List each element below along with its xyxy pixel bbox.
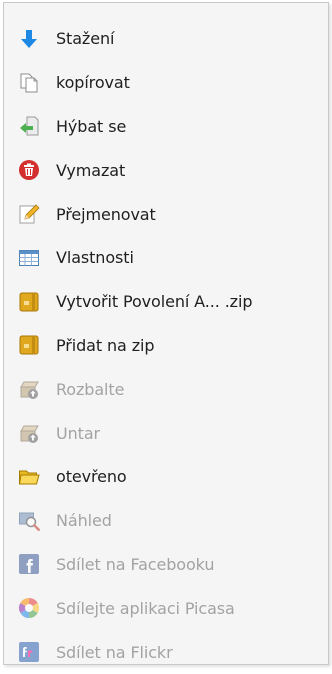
folder-open-icon bbox=[18, 466, 40, 488]
menu-item-label: kopírovat bbox=[56, 73, 130, 93]
menu-item-label: Rozbalte bbox=[56, 379, 125, 399]
context-menu: Stažení kopírovat Hýbat se Vymazat Přejm… bbox=[3, 2, 329, 665]
menu-item-share-flickr[interactable]: Sdílet na Flickr bbox=[4, 630, 328, 674]
menu-item-label: otevřeno bbox=[56, 467, 127, 487]
unpack-box-icon bbox=[18, 378, 40, 400]
menu-item-label: Vymazat bbox=[56, 160, 126, 180]
menu-item-label: Hýbat se bbox=[56, 116, 127, 136]
menu-item-label: Vytvořit Povolení A... .zip bbox=[56, 292, 253, 312]
menu-item-label: Stažení bbox=[56, 29, 115, 49]
menu-item-label: Náhled bbox=[56, 511, 112, 531]
move-icon bbox=[18, 115, 40, 137]
menu-item-properties[interactable]: Vlastnosti bbox=[4, 236, 328, 280]
pencil-icon bbox=[18, 203, 40, 225]
menu-item-copy[interactable]: kopírovat bbox=[4, 61, 328, 105]
menu-item-label: Sdílet na Facebooku bbox=[56, 554, 215, 574]
menu-item-download[interactable]: Stažení bbox=[4, 17, 328, 61]
menu-item-add-to-zip[interactable]: Přidat na zip bbox=[4, 324, 328, 368]
menu-item-rename[interactable]: Přejmenovat bbox=[4, 192, 328, 236]
menu-item-label: Sdílet na Flickr bbox=[56, 642, 173, 662]
facebook-icon bbox=[18, 553, 40, 575]
menu-item-create-zip[interactable]: Vytvořit Povolení A... .zip bbox=[4, 280, 328, 324]
menu-item-share-facebook[interactable]: Sdílet na Facebooku bbox=[4, 543, 328, 587]
trash-icon bbox=[18, 159, 40, 181]
flickr-icon bbox=[18, 641, 40, 663]
zip-archive-icon bbox=[18, 291, 40, 313]
menu-item-untar[interactable]: Untar bbox=[4, 411, 328, 455]
copy-icon bbox=[18, 72, 40, 94]
menu-item-share-picasa[interactable]: Sdílejte aplikaci Picasa bbox=[4, 586, 328, 630]
menu-item-delete[interactable]: Vymazat bbox=[4, 148, 328, 192]
preview-icon bbox=[18, 510, 40, 532]
zip-archive-icon bbox=[18, 334, 40, 356]
menu-item-unpack[interactable]: Rozbalte bbox=[4, 367, 328, 411]
menu-item-label: Vlastnosti bbox=[56, 248, 134, 268]
properties-table-icon bbox=[18, 247, 40, 269]
picasa-icon bbox=[18, 597, 40, 619]
menu-item-label: Přidat na zip bbox=[56, 335, 155, 355]
unpack-box-icon bbox=[18, 422, 40, 444]
menu-item-label: Přejmenovat bbox=[56, 204, 156, 224]
menu-item-label: Sdílejte aplikaci Picasa bbox=[56, 598, 235, 618]
menu-item-label: Untar bbox=[56, 423, 101, 443]
menu-item-open[interactable]: otevřeno bbox=[4, 455, 328, 499]
menu-item-move[interactable]: Hýbat se bbox=[4, 105, 328, 149]
menu-item-preview[interactable]: Náhled bbox=[4, 499, 328, 543]
download-arrow-icon bbox=[18, 28, 40, 50]
